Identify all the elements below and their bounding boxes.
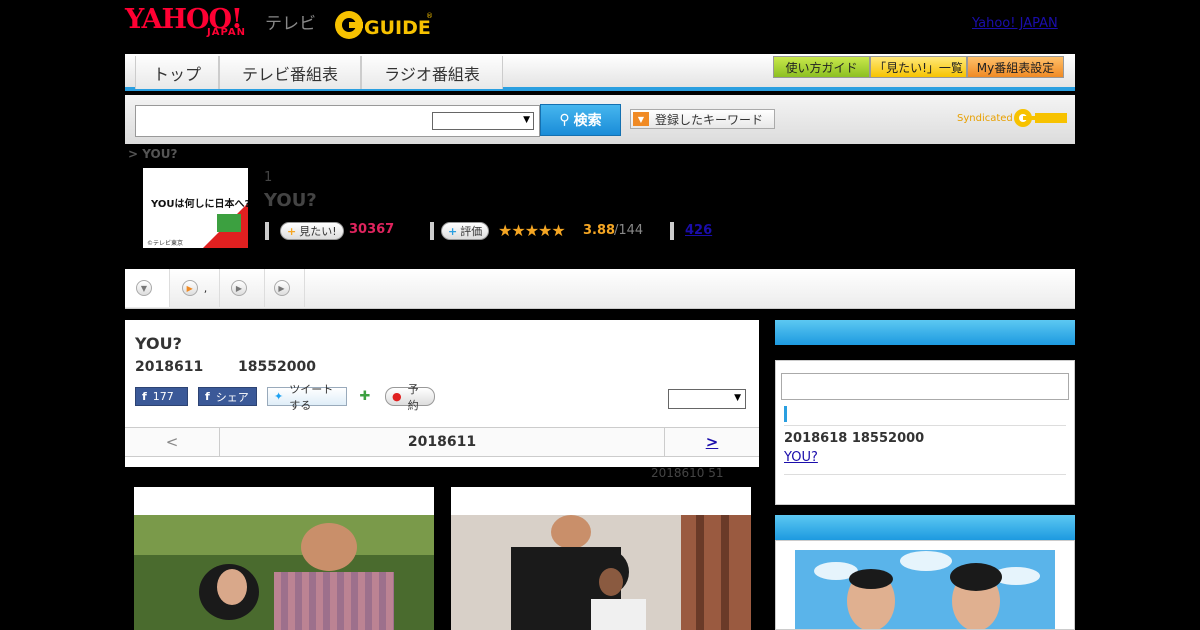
next-broadcast-link[interactable]: YOU?: [784, 450, 818, 465]
program-thumbnail[interactable]: YOUは何しに日本へ? ©テレビ東京: [143, 168, 248, 248]
record-icon: ●: [392, 390, 402, 403]
svg-text:®: ®: [426, 12, 433, 20]
main-nav: トップ テレビ番組表 ラジオ番組表 使い方ガイド 「見たい!」一覧 My番組表設…: [125, 54, 1075, 91]
date-pager: < 2018611 >: [125, 427, 759, 457]
pager-next-link[interactable]: >: [664, 428, 759, 456]
add-calendar-icon[interactable]: ✚: [355, 387, 375, 406]
page: YAHOO! JAPAN テレビ GUIDE ® Yahoo! JAPAN トッ…: [0, 0, 1200, 630]
my-schedule-settings-button[interactable]: My番組表設定: [967, 56, 1064, 78]
episode-photo-2-image: [451, 487, 751, 630]
side-box-1-header: [775, 320, 1075, 345]
side-box-2-header: [775, 515, 1075, 540]
plus-icon: +: [448, 224, 458, 238]
program-thumbnail-image: YOUは何しに日本へ? ©テレビ東京: [143, 168, 248, 248]
facebook-like-button[interactable]: f 177: [135, 387, 188, 406]
channel-select[interactable]: ▼: [668, 389, 746, 409]
subtab-label: ,: [203, 281, 208, 295]
promo-box[interactable]: [775, 540, 1075, 630]
next-broadcast-box: 2018618 18552000 YOU?: [775, 360, 1075, 505]
section-marker: [784, 406, 787, 422]
tweet-button[interactable]: ✦ ツイートする: [267, 383, 347, 412]
star-rating-icon: ★★★★★: [498, 221, 566, 240]
want-count: 30367: [349, 222, 395, 237]
pager-prev-button[interactable]: <: [125, 428, 220, 456]
rating-value: 3.88: [583, 223, 616, 238]
program-subtabs: ▼ ▶ , ▶ ▶: [125, 269, 1075, 309]
tweet-label: ツイートする: [289, 382, 334, 412]
rating-count: /144: [614, 223, 644, 238]
broadcast-time: 18552000: [238, 359, 316, 375]
arrow-down-icon: ▼: [633, 112, 649, 126]
tab-top[interactable]: トップ: [135, 56, 219, 89]
episode-photo-1[interactable]: [134, 487, 434, 630]
pager-current-date: 2018611: [407, 434, 477, 450]
search-category-select[interactable]: ▼: [432, 112, 534, 130]
facebook-icon: f: [205, 390, 210, 403]
broadcast-info-panel: YOU? 2018611 18552000 f 177 f シェア ✦ ツイート…: [125, 320, 759, 467]
rate-button[interactable]: + 評価: [441, 222, 490, 240]
breadcrumb: > YOU?: [128, 147, 178, 161]
want-button[interactable]: + 見たい!: [280, 222, 344, 240]
divider: [430, 222, 434, 240]
divider: [265, 222, 269, 240]
reserve-label: 予約: [407, 382, 419, 412]
yahoo-japan-link[interactable]: Yahoo! JAPAN: [972, 16, 1058, 31]
syndicated-gguide-badge: Syndicated: [957, 107, 1069, 129]
yahoo-japan-sublogo: JAPAN: [207, 27, 246, 38]
facebook-icon: f: [142, 390, 147, 403]
promo-image: [776, 541, 1074, 629]
gguide-logo[interactable]: GUIDE ®: [334, 8, 434, 42]
episode-photo-1-image: [134, 487, 434, 630]
next-broadcast-date: 2018618 18552000: [784, 431, 925, 446]
review-count-link[interactable]: 426: [685, 223, 712, 238]
twitter-icon: ✦: [274, 390, 284, 403]
gguide-small-logo: [1014, 109, 1067, 127]
search-bar: ▼ ⚲ 検索 ▼ 登録したキーワード Syndicated: [125, 95, 1075, 144]
saved-keywords-label: 登録したキーワード: [655, 112, 764, 127]
gguide-logo-text: GUIDE: [364, 17, 431, 39]
subtab-2[interactable]: ▶ ,: [170, 269, 220, 307]
divider: [784, 425, 1066, 426]
facebook-share-button[interactable]: f シェア: [198, 387, 257, 406]
want-list-button[interactable]: 「見たい!」一覧: [870, 56, 967, 78]
tab-radio-schedule[interactable]: ラジオ番組表: [361, 56, 503, 89]
search-icon: ⚲: [559, 112, 570, 128]
svg-text:YOUは何しに日本へ?: YOUは何しに日本へ?: [150, 197, 248, 210]
search-button[interactable]: ⚲ 検索: [540, 104, 621, 136]
divider: [670, 222, 674, 240]
chevron-down-icon: ▼: [523, 115, 530, 125]
reserve-button[interactable]: ● 予約: [385, 383, 435, 412]
usage-guide-button[interactable]: 使い方ガイド: [773, 56, 870, 78]
episode-number: 1: [264, 170, 273, 185]
saved-keywords-button[interactable]: ▼ 登録したキーワード: [630, 109, 775, 129]
syndicated-label: Syndicated: [957, 113, 1013, 124]
subtab-4[interactable]: ▶: [265, 269, 305, 307]
facebook-like-count: 177: [152, 390, 174, 403]
tab-tv-schedule[interactable]: テレビ番組表: [219, 56, 361, 89]
play-icon: ▶: [273, 280, 290, 296]
play-icon: ▶: [231, 280, 247, 296]
svg-text:©テレビ東京: ©テレビ東京: [147, 239, 183, 247]
tv-logo[interactable]: テレビ: [265, 9, 316, 34]
last-updated: 2018610 51: [651, 466, 724, 480]
broadcast-date: 2018611: [135, 359, 204, 375]
subtab-3[interactable]: ▶: [220, 269, 265, 307]
program-title: YOU?: [264, 190, 317, 211]
plus-icon: +: [287, 224, 297, 238]
want-button-label: 見たい!: [299, 225, 337, 238]
rate-button-label: 評価: [460, 225, 483, 238]
chevron-down-icon: ▼: [734, 393, 741, 403]
episode-photo-2[interactable]: [451, 487, 751, 630]
broadcast-title: YOU?: [135, 334, 182, 353]
search-button-label: 検索: [573, 113, 602, 129]
side-search-input[interactable]: [781, 373, 1069, 400]
facebook-share-label: シェア: [215, 390, 249, 404]
play-icon: ▶: [181, 280, 198, 296]
subtab-1[interactable]: ▼: [125, 269, 170, 307]
divider: [784, 474, 1066, 475]
chevron-down-icon: ▼: [136, 280, 152, 296]
